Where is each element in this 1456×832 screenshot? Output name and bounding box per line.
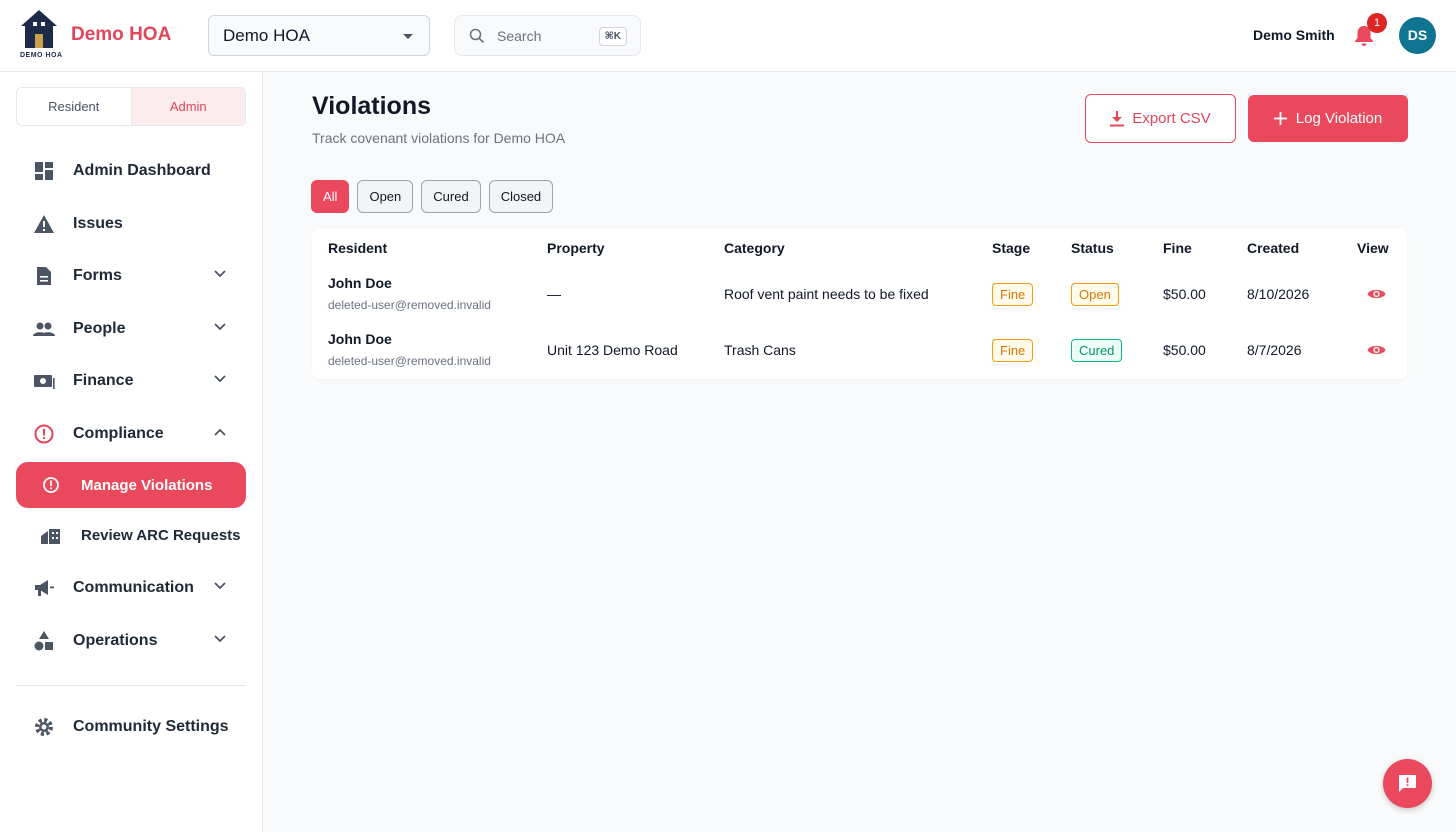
buildings-icon [41, 529, 60, 544]
row-fine: $50.00 [1163, 342, 1206, 358]
search-icon [469, 28, 485, 44]
page-subtitle: Track covenant violations for Demo HOA [312, 130, 566, 146]
sidebar-item-community-settings[interactable]: Community Settings [16, 705, 246, 749]
stage-badge: Fine [992, 283, 1034, 306]
sidebar-item-finance[interactable]: Finance [16, 359, 246, 403]
filter-cured[interactable]: Cured [421, 180, 481, 213]
sidebar-item-label: Finance [73, 372, 134, 389]
sidebar-item-label: Manage Violations [81, 477, 213, 494]
sidebar-item-label: People [73, 320, 126, 337]
top-bar: DEMO HOA Demo HOA Demo HOA Search ⌘K Dem… [0, 0, 1456, 72]
chevron-down-icon [214, 582, 226, 590]
row-resident-name: John Doe [328, 331, 392, 347]
sidebar-item-label: Communication [73, 579, 194, 596]
chat-button[interactable] [1383, 759, 1432, 808]
column-header-fine: Fine [1163, 240, 1192, 256]
sidebar-item-label: Review ARC Requests [81, 527, 241, 544]
column-header-resident: Resident [328, 240, 388, 256]
sidebar-item-label: Community Settings [73, 718, 229, 735]
sidebar-item-compliance[interactable]: Compliance [16, 412, 246, 456]
avatar[interactable]: DS [1399, 17, 1436, 54]
column-header-stage: Stage [992, 240, 1031, 256]
column-header-property: Property [547, 240, 605, 256]
chevron-down-icon [214, 270, 226, 278]
community-select-value: Demo HOA [223, 25, 310, 45]
money-icon [34, 375, 55, 389]
people-icon [33, 322, 55, 336]
chevron-up-icon [214, 428, 226, 436]
status-badge: Open [1071, 283, 1119, 306]
log-violation-label: Log Violation [1295, 110, 1383, 127]
user-name[interactable]: Demo Smith [1253, 27, 1335, 43]
chevron-down-icon [214, 323, 226, 331]
row-created: 8/10/2026 [1247, 286, 1310, 302]
row-created: 8/7/2026 [1247, 342, 1302, 358]
filter-all[interactable]: All [311, 180, 350, 213]
export-csv-button[interactable]: Export CSV [1085, 94, 1236, 143]
dashboard-icon [35, 162, 53, 180]
row-category: Trash Cans [724, 342, 796, 358]
page-title: Violations [312, 92, 432, 120]
filter-closed[interactable]: Closed [488, 180, 554, 213]
caret-down-icon [403, 34, 413, 39]
sidebar-item-review-arc-requests[interactable]: Review ARC Requests [16, 514, 246, 558]
chevron-down-icon [214, 635, 226, 643]
sidebar-item-label: Forms [73, 267, 122, 284]
shapes-icon [34, 631, 53, 651]
alert-circle-icon [43, 477, 59, 493]
row-resident-name: John Doe [328, 275, 392, 291]
alert-circle-icon [34, 424, 54, 444]
megaphone-icon [35, 580, 54, 596]
sidebar-item-admin-dashboard[interactable]: Admin Dashboard [16, 149, 246, 193]
row-property: Unit 123 Demo Road [547, 342, 678, 358]
plus-icon [1273, 112, 1287, 125]
sidebar-item-label: Operations [73, 632, 158, 649]
sidebar-item-communication[interactable]: Communication [16, 566, 246, 610]
sidebar-item-label: Admin Dashboard [73, 162, 211, 179]
column-header-category: Category [724, 240, 785, 256]
document-icon [37, 267, 51, 285]
column-header-status: Status [1071, 240, 1114, 256]
role-toggle: Resident Admin [16, 87, 246, 126]
brand-name[interactable]: Demo HOA [71, 24, 171, 46]
gear-icon [35, 718, 53, 736]
row-resident-email: deleted-user@removed.invalid [328, 298, 491, 312]
search-box[interactable]: Search ⌘K [454, 15, 641, 56]
violations-table: Resident Property Category Stage Status … [312, 229, 1407, 379]
row-resident-email: deleted-user@removed.invalid [328, 354, 491, 368]
sidebar-item-label: Issues [73, 215, 123, 232]
export-csv-label: Export CSV [1132, 110, 1211, 127]
row-property: — [547, 286, 561, 302]
role-tab-admin[interactable]: Admin [131, 88, 245, 125]
log-violation-button[interactable]: Log Violation [1248, 95, 1408, 142]
warning-icon [34, 215, 54, 233]
row-fine: $50.00 [1163, 286, 1206, 302]
sidebar-item-operations[interactable]: Operations [16, 619, 246, 663]
search-placeholder: Search [497, 28, 542, 44]
chevron-down-icon [214, 375, 226, 383]
eye-icon[interactable] [1367, 287, 1386, 301]
search-shortcut: ⌘K [598, 27, 627, 46]
sidebar-item-people[interactable]: People [16, 307, 246, 351]
stage-badge: Fine [992, 339, 1034, 362]
row-category: Roof vent paint needs to be fixed [724, 286, 929, 302]
filter-open[interactable]: Open [357, 180, 414, 213]
sidebar: Resident Admin Admin Dashboard Issues Fo… [0, 72, 263, 832]
sidebar-item-issues[interactable]: Issues [16, 202, 246, 246]
eye-icon[interactable] [1367, 343, 1386, 357]
logo-text: DEMO HOA [20, 52, 63, 59]
sidebar-item-manage-violations[interactable]: Manage Violations [16, 462, 246, 508]
status-badge: Cured [1071, 339, 1123, 362]
column-header-created: Created [1247, 240, 1300, 256]
column-header-view: View [1357, 240, 1389, 256]
sidebar-divider [16, 685, 246, 686]
role-tab-resident[interactable]: Resident [17, 88, 132, 125]
sidebar-item-label: Compliance [73, 425, 164, 442]
chat-alert-icon [1399, 775, 1416, 792]
sidebar-item-forms[interactable]: Forms [16, 254, 246, 298]
notification-badge: 1 [1367, 13, 1387, 33]
community-select[interactable]: Demo HOA [208, 15, 430, 56]
download-icon [1110, 110, 1125, 126]
status-filters: All Open Cured Closed [311, 180, 554, 213]
